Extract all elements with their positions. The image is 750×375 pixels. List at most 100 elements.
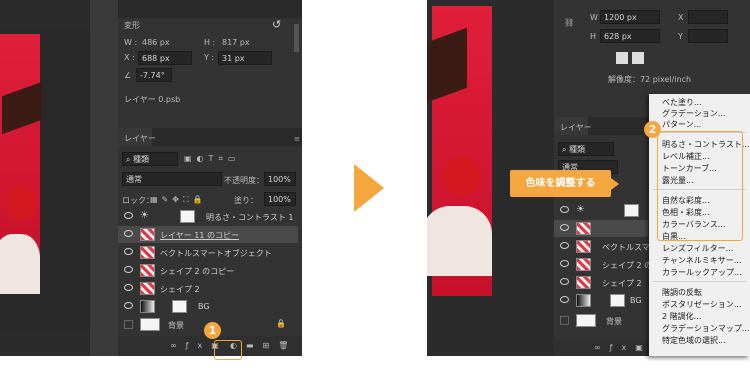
layer-row[interactable]: シェイプ 2 のコピー <box>118 262 298 279</box>
filter-icons[interactable]: ▣◐T⌗▭ <box>184 154 241 164</box>
brightness-icon: ☀ <box>576 204 585 215</box>
y-field[interactable] <box>688 29 728 43</box>
fill-field[interactable]: 100% <box>264 192 296 206</box>
w-label: W <box>590 13 598 22</box>
right-artwork <box>427 6 492 296</box>
menu-item-threshold[interactable]: 2 階調化... <box>662 311 701 322</box>
menu-item-gradient-map[interactable]: グラデーションマップ... <box>662 323 749 334</box>
step-badge-2: 2 <box>644 121 661 138</box>
layer-name: BG <box>198 302 210 311</box>
menu-item-solid-color[interactable]: べた塗り... <box>662 97 702 108</box>
opacity-field[interactable]: 100% <box>264 172 296 186</box>
menu-item-pattern[interactable]: パターン... <box>662 119 701 130</box>
fill-label: 塗り： <box>234 196 258 205</box>
callout-pointer <box>611 178 619 190</box>
layer-thumbnail <box>576 276 591 289</box>
menu-item-posterize[interactable]: ポスタリゼーション... <box>662 299 741 310</box>
angle-field[interactable]: -7.74° <box>136 68 172 82</box>
menu-item-photo-filter[interactable]: レンズフィルター... <box>662 243 733 254</box>
y-label: Y : <box>204 53 215 62</box>
filter-label: 種類 <box>569 145 586 154</box>
y-field[interactable]: 31 px <box>218 51 272 65</box>
panel-menu-icon[interactable]: ≡ <box>294 135 300 143</box>
x-field[interactable] <box>688 10 728 24</box>
layer-name: 背景 <box>606 317 622 326</box>
layer-thumbnail <box>140 264 155 277</box>
layer-row-selected[interactable] <box>554 220 648 237</box>
orientation-portrait-icon[interactable] <box>616 52 628 64</box>
layer-row[interactable]: BG <box>554 292 648 309</box>
layer-row[interactable]: ☀ 明るさ・コントラスト 1 <box>118 208 298 225</box>
eye-icon[interactable] <box>124 302 133 309</box>
layer-thumbnail <box>140 300 155 313</box>
properties-tabbar <box>118 0 302 18</box>
scrollbar[interactable] <box>294 24 299 52</box>
layer-name: シェイプ 2 <box>602 279 642 288</box>
eye-icon[interactable] <box>124 266 133 273</box>
step-badge-1: 1 <box>204 322 221 339</box>
menu-item-gradient[interactable]: グラデーション... <box>662 108 725 119</box>
visibility-box[interactable] <box>560 316 569 325</box>
layer-row-selected[interactable]: レイヤー 11 のコピー <box>118 226 298 243</box>
layer-row[interactable]: シェイプ 2 <box>118 280 298 297</box>
menu-item-color-lookup[interactable]: カラールックアップ... <box>662 267 742 278</box>
eye-icon[interactable] <box>560 206 569 213</box>
layers-tab[interactable]: レイヤー <box>124 133 156 144</box>
mask-thumbnail <box>624 204 639 217</box>
x-label: X : <box>124 53 135 62</box>
menu-item-invert[interactable]: 階調の反転 <box>662 287 702 298</box>
layer-filter-select[interactable]: ⌕ 種類 <box>558 142 614 156</box>
layer-row[interactable]: シェイプ 2 <box>554 274 648 291</box>
link-icon[interactable]: ⛓ <box>564 18 574 27</box>
reset-icon[interactable]: ↺ <box>272 18 281 31</box>
filter-label: 種類 <box>133 155 150 164</box>
eye-icon[interactable] <box>560 296 569 303</box>
layer-row[interactable]: シェイプ 2 の <box>554 256 652 273</box>
folder-new-trash-icons[interactable]: ▬⊞🗑 <box>246 341 297 350</box>
x-field[interactable]: 688 px <box>138 51 192 65</box>
layers-tab[interactable]: レイヤー <box>560 122 592 133</box>
layer-name: シェイプ 2 <box>160 285 200 294</box>
blend-mode-select[interactable]: 通常 <box>122 172 222 186</box>
h-field[interactable]: 628 px <box>600 29 660 43</box>
layer-thumbnail <box>140 282 155 295</box>
layer-name: シェイプ 2 のコピー <box>160 267 235 276</box>
visibility-box[interactable] <box>124 320 133 329</box>
transform-title: 変形 <box>124 21 140 30</box>
h-label: H : <box>204 38 216 47</box>
resolution-text: 解像度：72 pixel/inch <box>608 75 692 84</box>
eye-icon[interactable] <box>560 278 569 285</box>
w-field[interactable]: 1200 px <box>600 10 660 24</box>
eye-icon[interactable] <box>560 224 569 231</box>
eye-icon[interactable] <box>124 212 133 219</box>
layer-thumbnail <box>576 258 591 271</box>
w-value[interactable]: 486 px <box>142 38 170 47</box>
layer-row[interactable]: ベクトルスマ <box>554 238 650 255</box>
layer-name: ベクトルスマートオブジェクト <box>160 249 272 258</box>
next-arrow-icon <box>354 164 384 212</box>
eye-icon[interactable] <box>124 284 133 291</box>
menu-item-channel-mixer[interactable]: チャンネルミキサー... <box>662 255 741 266</box>
mask-thumbnail <box>610 294 625 307</box>
layer-filter-select[interactable]: ⌕ 種類 <box>122 152 178 166</box>
lock-icons[interactable]: ▦✎✥⛶🔒 <box>150 195 207 205</box>
layer-row[interactable]: BG <box>118 298 298 315</box>
orientation-landscape-icon[interactable] <box>632 52 644 64</box>
callout-label: 色味を調整する <box>510 170 611 197</box>
eye-icon[interactable] <box>560 242 569 249</box>
layer-row[interactable]: ベクトルスマートオブジェクト <box>118 244 298 261</box>
angle-icon: ∠ <box>124 71 132 80</box>
eye-icon[interactable] <box>560 260 569 267</box>
eye-icon[interactable] <box>124 248 133 255</box>
h-value[interactable]: 817 px <box>222 38 250 47</box>
layer-thumbnail <box>576 222 591 235</box>
layer-thumbnail <box>140 318 160 331</box>
layer-name: シェイプ 2 の <box>602 261 653 270</box>
menu-item-selective-color[interactable]: 特定色域の選択... <box>662 335 726 346</box>
layer-name: 背景 <box>168 321 184 330</box>
layer-name: 明るさ・コントラスト 1 <box>206 213 294 222</box>
layer-row[interactable]: ☀ <box>554 202 648 219</box>
eye-icon[interactable] <box>124 230 133 237</box>
layer-row[interactable]: 背景 <box>554 312 648 329</box>
layer-thumbnail <box>576 314 596 327</box>
